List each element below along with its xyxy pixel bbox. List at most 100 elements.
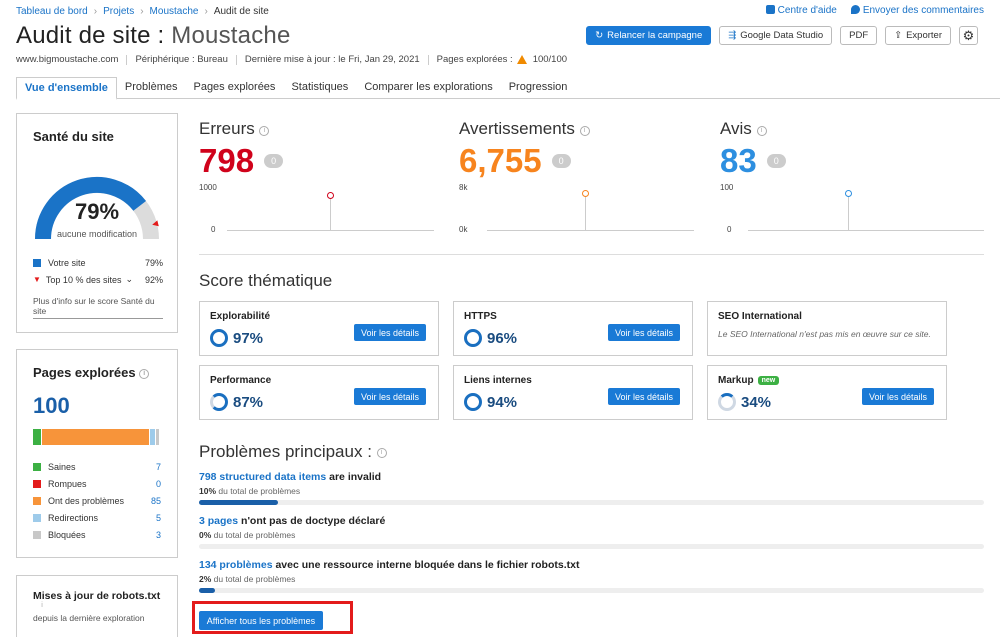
info-icon: i (259, 126, 270, 136)
divider (235, 54, 237, 65)
errors-value[interactable]: 798 (199, 142, 254, 179)
crawled-legend-row: Ont des problèmes 85 (33, 492, 161, 509)
thematic-card-markup: Markup new 34% Voir les détails (707, 365, 947, 420)
stack-segment-2[interactable] (41, 429, 150, 445)
legend-value[interactable]: 5 (156, 513, 161, 523)
errors-delta-badge: 0 (264, 154, 284, 168)
warnings-value[interactable]: 6,755 (459, 142, 542, 179)
issue-heading: 3 pages n'ont pas de doctype déclaré (199, 515, 386, 527)
crawled-legend: Saines 7 Rompues 0 Ont des problèmes 85 Redire… (33, 458, 161, 543)
issue-item: 798 structured data items are invalid 10… (199, 471, 984, 505)
y-max-label: 1000 (199, 183, 217, 192)
tab-progress[interactable]: Progression (501, 77, 576, 99)
crawled-total[interactable]: 100 (33, 393, 70, 419)
relaunch-button[interactable]: ↻ Relancer la campagne (586, 26, 712, 45)
refresh-icon: ↻ (595, 30, 604, 41)
legend-swatch (33, 513, 41, 522)
tab-statistics[interactable]: Statistiques (283, 77, 356, 99)
chevron-right-icon: › (204, 6, 208, 17)
breadcrumb-dashboard[interactable]: Tableau de bord (16, 6, 88, 17)
health-percent: 79% (74, 199, 120, 224)
legend-your-site: Votre site 79% (33, 254, 163, 271)
thematic-card-crawlability: Explorabilité 97% Voir les détails (199, 301, 439, 356)
warnings-sparkline: 8k 0k (459, 183, 694, 237)
issue-progress-fill (199, 500, 278, 505)
score-ring-icon (464, 393, 482, 411)
issue-progress-fill (199, 588, 215, 593)
notices-value[interactable]: 83 (720, 142, 757, 179)
breadcrumb-projects[interactable]: Projets (103, 6, 134, 17)
help-link[interactable]: Centre d'aide (765, 5, 837, 16)
settings-button[interactable]: ⚙ (959, 26, 978, 45)
health-more-link[interactable]: Plus d'info sur le score Santé du site (33, 296, 163, 319)
tab-crawled-pages[interactable]: Pages explorées (185, 77, 283, 99)
gear-icon: ⚙ (962, 27, 975, 43)
stack-segment-4[interactable] (156, 429, 160, 445)
score-ring-icon (210, 393, 228, 411)
export-icon: ⇪ (894, 30, 903, 41)
legend-value[interactable]: 7 (156, 462, 161, 472)
tab-issues[interactable]: Problèmes (117, 77, 186, 99)
x-axis (487, 230, 694, 231)
legend-label: Redirections (48, 512, 99, 523)
view-details-button[interactable]: Voir les détails (607, 324, 680, 341)
crawled-legend-row: Rompues 0 (33, 475, 161, 492)
site-health-card: Santé du site 79% aucune modification Vo… (16, 113, 178, 333)
action-bar: ↻ Relancer la campagne ⇶ Google Data Studi… (586, 26, 978, 45)
legend-label: Saines (48, 461, 76, 472)
feedback-link[interactable]: Envoyer des commentaires (850, 5, 984, 16)
card-score: 96% (464, 329, 517, 347)
legend-swatch (33, 462, 41, 471)
warnings-metric: Avertissements i 6,755 0 8k 0k (459, 119, 694, 239)
robots-card: Mises à jour de robots.txt i depuis la d… (16, 575, 178, 637)
divider (427, 54, 429, 65)
view-details-button[interactable]: Voir les détails (353, 324, 426, 341)
tab-overview[interactable]: Vue d'ensemble (16, 77, 117, 100)
issue-item: 134 problèmes avec une ressource interne… (199, 559, 984, 593)
issue-link[interactable]: 3 pages (199, 515, 238, 527)
stack-segment-0[interactable] (33, 429, 42, 445)
issue-share: 2% du total de problèmes (199, 574, 296, 584)
card-title: Markup new (718, 375, 780, 386)
crawled-pages-title: Pages explorées i (33, 365, 150, 380)
view-details-button[interactable]: Voir les détails (607, 388, 680, 405)
view-details-button[interactable]: Voir les détails (861, 388, 934, 405)
tab-compare[interactable]: Comparer les explorations (356, 77, 500, 99)
pdf-button[interactable]: PDF (840, 26, 878, 45)
google-data-studio-button[interactable]: ⇶ Google Data Studio (719, 26, 833, 45)
notices-data-point (845, 190, 852, 197)
chat-bubble-icon (850, 5, 860, 14)
legend-value[interactable]: 85 (151, 496, 161, 506)
card-title: SEO International (718, 311, 802, 322)
errors-data-point (327, 192, 334, 199)
data-studio-icon: ⇶ (728, 30, 737, 41)
legend-value[interactable]: 0 (156, 479, 161, 489)
warnings-label: Avertissements i (459, 119, 694, 139)
legend-value[interactable]: 3 (156, 530, 161, 540)
card-title: Explorabilité (210, 311, 271, 322)
issue-item: 3 pages n'ont pas de doctype déclaré 0% … (199, 515, 984, 549)
legend-swatch (33, 258, 41, 267)
export-button[interactable]: ⇪ Exporter (885, 26, 951, 45)
updated-text: Dernière mise à jour : le Fri, Jan 29, 2… (244, 54, 420, 65)
card-score: 34% (718, 393, 771, 411)
divider (126, 54, 128, 65)
warnings-data-point (582, 190, 589, 197)
y-min-label: 0 (211, 225, 216, 234)
breadcrumb-project[interactable]: Moustache (150, 6, 199, 17)
robots-subtitle: depuis la dernière exploration (33, 613, 145, 623)
view-details-button[interactable]: Voir les détails (353, 388, 426, 405)
issue-link[interactable]: 798 structured data items (199, 471, 326, 483)
legend-top10[interactable]: ▼ Top 10 % des sites ⌄ 92% (33, 271, 163, 288)
issue-link[interactable]: 134 problèmes (199, 559, 273, 571)
errors-label: Erreurs i (199, 119, 434, 139)
legend-swatch (33, 479, 41, 488)
crawled-legend-row: Bloquées 3 (33, 526, 161, 543)
notices-sparkline: 100 0 (720, 183, 984, 237)
legend-label: Bloquées (48, 529, 86, 540)
crawled-pages-card: Pages explorées i 100 Saines 7 Rompues 0 Ont… (16, 349, 178, 558)
breadcrumb-current: Audit de site (213, 6, 269, 17)
device-text: Périphérique : Bureau (135, 54, 228, 65)
crawled-stack-bar (33, 429, 160, 445)
card-note: Le SEO International n'est pas mis en œu… (718, 329, 931, 339)
